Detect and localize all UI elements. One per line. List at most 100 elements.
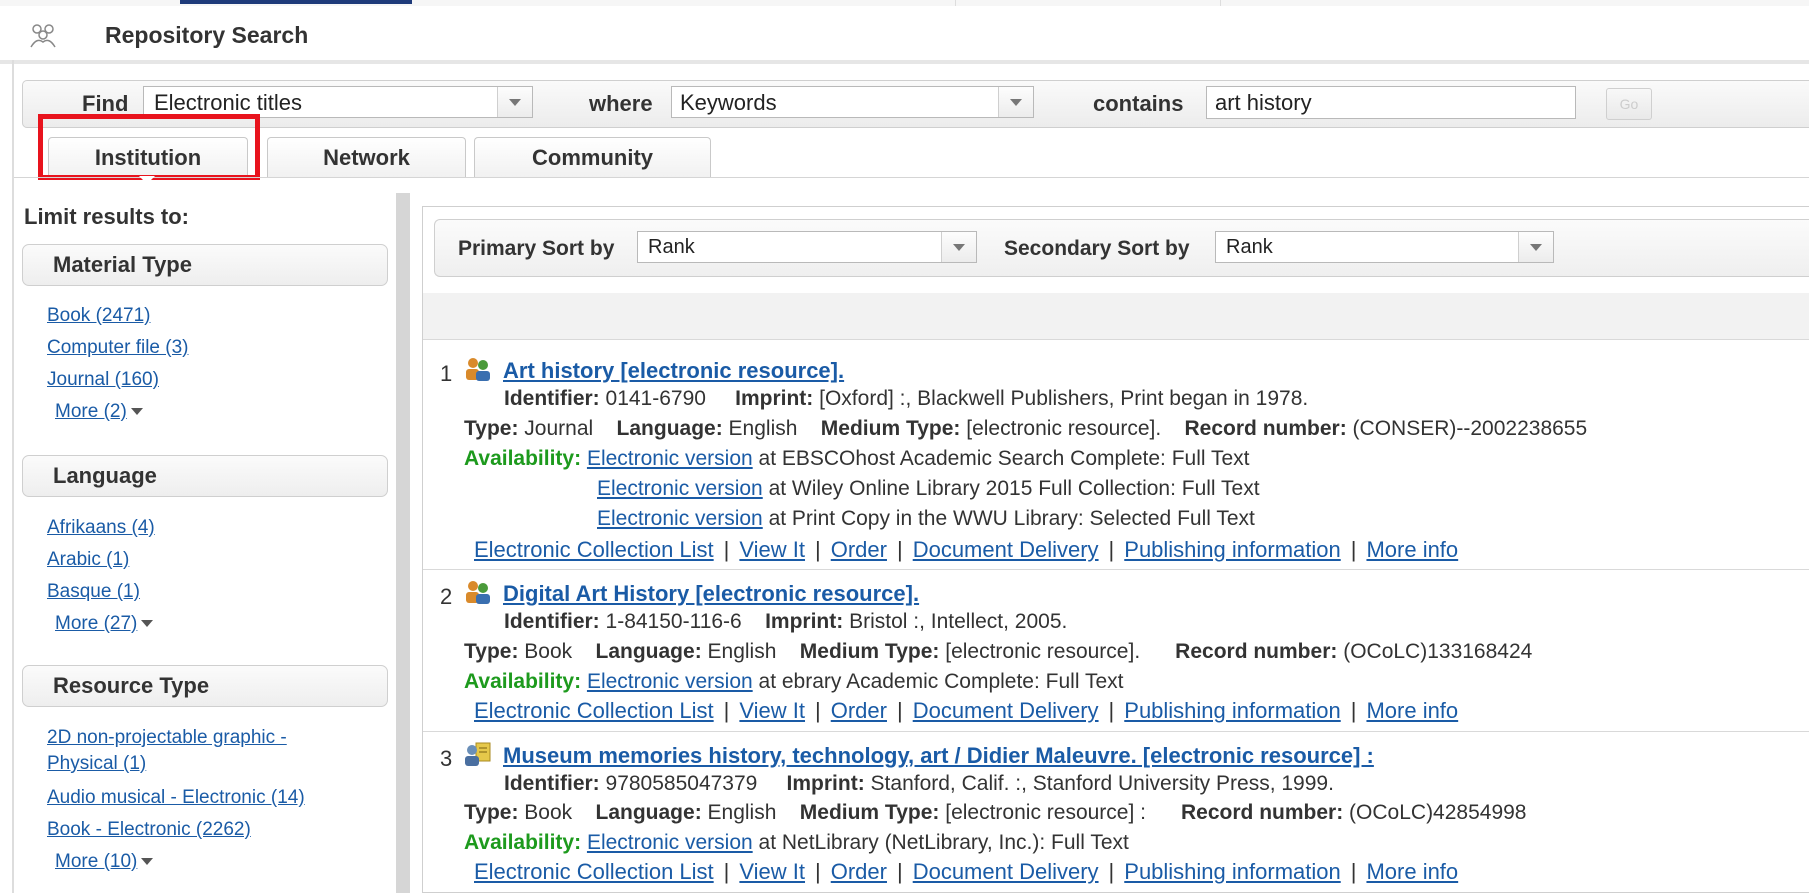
- more-info-link[interactable]: More info: [1366, 698, 1458, 723]
- order-link[interactable]: Order: [831, 859, 887, 884]
- imprint-value: Bristol :, Intellect, 2005.: [849, 610, 1068, 633]
- availability-line: Availability: Electronic version at ebra…: [464, 670, 1123, 694]
- go-button[interactable]: Go: [1606, 88, 1652, 120]
- identifier-value: 1-84150-116-6: [605, 610, 742, 633]
- caret-down-icon: [130, 408, 143, 416]
- tab-community[interactable]: Community: [474, 137, 711, 177]
- find-select-value: Electronic titles: [154, 90, 302, 115]
- record-value: (OCoLC)42854998: [1349, 801, 1527, 824]
- result-details-line: Type: Book Language: English Medium Type…: [464, 801, 1527, 825]
- result-number: 1: [440, 361, 453, 386]
- chevron-down-icon[interactable]: [497, 87, 532, 117]
- more-material-types-link[interactable]: More (2): [55, 401, 143, 423]
- medium-value: [electronic resource].: [945, 640, 1141, 663]
- record-value: (OCoLC)133168424: [1343, 640, 1533, 663]
- primary-sort-select[interactable]: Rank: [637, 231, 977, 263]
- type-value: Book: [524, 640, 573, 663]
- facet-heading-language[interactable]: Language: [22, 455, 388, 497]
- view-it-link[interactable]: View It: [739, 537, 805, 562]
- availability-label: Availability:: [464, 670, 582, 693]
- more-info-link[interactable]: More info: [1366, 537, 1458, 562]
- tab-network[interactable]: Network: [267, 137, 466, 177]
- facet-link[interactable]: Audio musical - Electronic (14): [47, 787, 305, 809]
- divider: [14, 177, 1809, 178]
- electronic-collection-list-link[interactable]: Electronic Collection List: [474, 537, 714, 562]
- more-resource-types-link[interactable]: More (10): [55, 851, 154, 873]
- publishing-information-link[interactable]: Publishing information: [1124, 698, 1340, 723]
- limit-results-title: Limit results to:: [24, 204, 190, 229]
- page-title: Repository Search: [105, 22, 309, 48]
- electronic-version-link[interactable]: Electronic version: [587, 831, 753, 854]
- divider: [423, 569, 1809, 570]
- page-header: Repository Search: [0, 6, 1809, 64]
- result-details-line: Type: Book Language: English Medium Type…: [464, 640, 1532, 664]
- more-info-link[interactable]: More info: [1366, 859, 1458, 884]
- caret-down-icon: [141, 620, 154, 628]
- type-value: Journal: [524, 417, 594, 440]
- electronic-collection-list-link[interactable]: Electronic Collection List: [474, 698, 714, 723]
- active-tab-pointer: [139, 176, 155, 184]
- electronic-version-link[interactable]: Electronic version: [587, 447, 753, 470]
- document-delivery-link[interactable]: Document Delivery: [913, 537, 1099, 562]
- facet-link[interactable]: Book - Electronic (2262): [47, 819, 251, 841]
- where-select[interactable]: Keywords: [671, 86, 1034, 118]
- document-delivery-link[interactable]: Document Delivery: [913, 698, 1099, 723]
- chevron-down-icon[interactable]: [941, 232, 976, 262]
- result-actions: Electronic Collection List | View It | Order…: [474, 698, 1459, 723]
- availability-line: Availability: Electronic version at EBSC…: [464, 447, 1250, 471]
- view-it-link[interactable]: View It: [739, 859, 805, 884]
- facet-link[interactable]: Physical (1): [47, 753, 146, 775]
- imprint-value: Stanford, Calif. :, Stanford University …: [870, 772, 1334, 795]
- primary-sort-label: Primary Sort by: [458, 237, 615, 260]
- facet-link[interactable]: 2D non-projectable graphic -: [47, 727, 287, 749]
- imprint-label: Imprint:: [786, 772, 865, 795]
- secondary-sort-select[interactable]: Rank: [1215, 231, 1554, 263]
- publishing-information-link[interactable]: Publishing information: [1124, 859, 1340, 884]
- type-value: Book: [524, 801, 573, 824]
- chevron-down-icon[interactable]: [1518, 232, 1553, 262]
- result-title: Digital Art History [electronic resource…: [503, 581, 920, 606]
- facet-link[interactable]: Book (2471): [47, 305, 151, 327]
- electronic-version-link[interactable]: Electronic version: [587, 670, 753, 693]
- panel-splitter[interactable]: [396, 193, 410, 893]
- order-link[interactable]: Order: [831, 537, 887, 562]
- result-title-link[interactable]: Museum memories history, technology, art…: [503, 743, 1374, 769]
- facet-link[interactable]: Afrikaans (4): [47, 517, 155, 539]
- result-title: Museum memories history, technology, art…: [503, 743, 1374, 768]
- facet-link[interactable]: Basque (1): [47, 581, 140, 603]
- facet-link[interactable]: Journal (160): [47, 369, 159, 391]
- electronic-version-link[interactable]: Electronic version: [597, 507, 763, 530]
- view-it-link[interactable]: View It: [739, 698, 805, 723]
- language-label: Language:: [595, 801, 702, 824]
- electronic-version-link[interactable]: Electronic version: [597, 477, 763, 500]
- order-link[interactable]: Order: [831, 698, 887, 723]
- search-input[interactable]: [1206, 86, 1576, 119]
- publishing-information-link[interactable]: Publishing information: [1124, 537, 1340, 562]
- more-languages-link[interactable]: More (27): [55, 613, 154, 635]
- record-value: (CONSER)--2002238655: [1352, 417, 1588, 440]
- more-link-label: More (27): [55, 613, 138, 634]
- facet-link[interactable]: Computer file (3): [47, 337, 189, 359]
- more-link-label: More (2): [55, 401, 127, 422]
- record-label: Record number:: [1175, 640, 1338, 663]
- secondary-sort-label: Secondary Sort by: [1004, 237, 1190, 260]
- caret-down-icon: [141, 858, 154, 866]
- result-title-link[interactable]: Art history [electronic resource].: [503, 358, 844, 384]
- result-details-line: Type: Journal Language: English Medium T…: [464, 417, 1587, 441]
- document-delivery-link[interactable]: Document Delivery: [913, 859, 1099, 884]
- result-number: 3: [440, 746, 453, 771]
- divider: [423, 339, 1809, 340]
- result-actions: Electronic Collection List | View It | Order…: [474, 859, 1459, 884]
- facet-heading-resource-type[interactable]: Resource Type: [22, 665, 388, 707]
- chevron-down-icon[interactable]: [998, 87, 1033, 117]
- identifier-label: Identifier:: [504, 772, 600, 795]
- facet-link[interactable]: Arabic (1): [47, 549, 129, 571]
- facet-heading-material-type[interactable]: Material Type: [22, 244, 388, 286]
- secondary-sort-value: Rank: [1226, 236, 1273, 258]
- identifier-label: Identifier:: [504, 610, 600, 633]
- availability-source: at Wiley Online Library 2015 Full Collec…: [768, 477, 1260, 500]
- divider: [423, 731, 1809, 732]
- result-title-link[interactable]: Digital Art History [electronic resource…: [503, 581, 919, 607]
- electronic-collection-list-link[interactable]: Electronic Collection List: [474, 859, 714, 884]
- primary-sort-value: Rank: [648, 236, 695, 258]
